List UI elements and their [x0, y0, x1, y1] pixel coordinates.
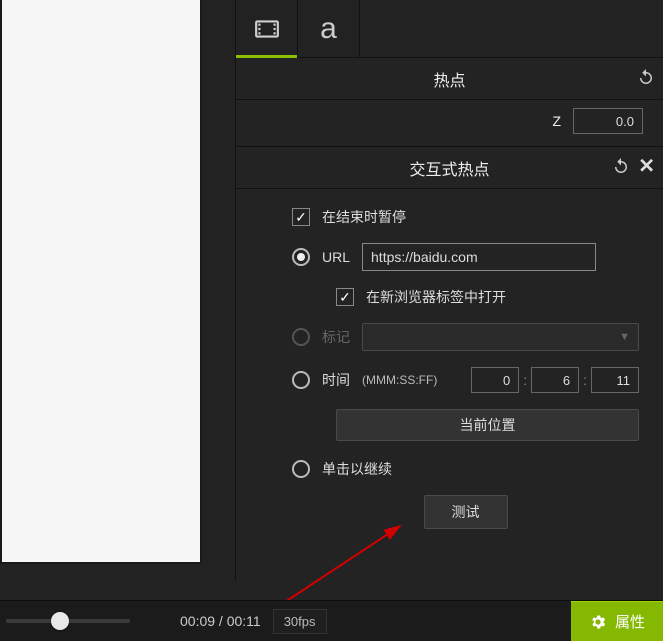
- time-readout: 00:09 / 00:11: [180, 613, 261, 629]
- gear-icon: [589, 613, 607, 631]
- fps-selector[interactable]: 30fps: [273, 609, 327, 634]
- panel-tabs: a: [236, 0, 663, 58]
- text-a-icon: a: [320, 14, 337, 44]
- preview-pane: [0, 0, 235, 580]
- url-label: URL: [322, 249, 350, 265]
- z-input[interactable]: [573, 108, 643, 134]
- properties-panel: a 热点 Z 交互式热点 ✕ 在结束时暂停 URL: [235, 0, 663, 580]
- marker-label: 标记: [322, 327, 350, 347]
- click-continue-label: 单击以继续: [322, 459, 392, 479]
- time-ff-input[interactable]: [591, 367, 639, 393]
- colon: :: [581, 372, 589, 388]
- section-interactive-header: 交互式热点 ✕: [236, 147, 663, 189]
- section-hotspot-title: 热点: [433, 67, 465, 91]
- url-radio[interactable]: [292, 248, 310, 266]
- click-continue-row: 单击以继续: [292, 459, 639, 479]
- film-icon: [254, 16, 280, 42]
- colon: :: [521, 372, 529, 388]
- test-button-label: 测试: [452, 502, 480, 522]
- pause-at-end-label: 在结束时暂停: [322, 207, 406, 227]
- timeline-scrubber[interactable]: [0, 601, 130, 641]
- section-hotspot-header: 热点: [236, 58, 663, 100]
- time-row: 时间 (MMM:SS:FF) : :: [292, 367, 639, 393]
- chevron-down-icon: ▼: [619, 331, 630, 343]
- undo-icon[interactable]: [637, 67, 655, 90]
- section-interactive-title: 交互式热点: [409, 156, 489, 180]
- close-icon[interactable]: ✕: [638, 156, 655, 179]
- marker-row: 标记 ▼: [292, 323, 639, 351]
- time-mm-input[interactable]: [471, 367, 519, 393]
- undo-icon[interactable]: [612, 156, 630, 179]
- pause-at-end-checkbox[interactable]: [292, 208, 310, 226]
- marker-radio[interactable]: [292, 328, 310, 346]
- time-ss-input[interactable]: [531, 367, 579, 393]
- marker-dropdown: ▼: [362, 323, 639, 351]
- interactive-hotspot-form: 在结束时暂停 URL 在新浏览器标签中打开 标记 ▼ 时间 (MMM:SS:FF…: [236, 189, 663, 529]
- tab-text[interactable]: a: [298, 0, 360, 57]
- open-new-tab-checkbox[interactable]: [336, 288, 354, 306]
- properties-button[interactable]: 属性: [571, 601, 663, 641]
- url-input[interactable]: [362, 243, 596, 271]
- time-hint: (MMM:SS:FF): [362, 373, 437, 387]
- time-radio[interactable]: [292, 371, 310, 389]
- properties-label: 属性: [615, 611, 645, 632]
- current-position-label: 当前位置: [460, 415, 516, 435]
- z-row: Z: [236, 100, 663, 147]
- time-label: 时间: [322, 370, 350, 390]
- pause-at-end-row: 在结束时暂停: [292, 207, 639, 227]
- open-new-tab-row: 在新浏览器标签中打开: [336, 287, 639, 307]
- open-new-tab-label: 在新浏览器标签中打开: [366, 287, 506, 307]
- scrubber-knob[interactable]: [51, 612, 69, 630]
- preview-canvas[interactable]: [0, 0, 202, 564]
- z-label: Z: [552, 113, 561, 129]
- click-continue-radio[interactable]: [292, 460, 310, 478]
- tab-video[interactable]: [236, 0, 298, 57]
- test-button[interactable]: 测试: [424, 495, 508, 529]
- bottom-bar: 00:09 / 00:11 30fps 属性: [0, 600, 663, 641]
- url-row: URL: [292, 243, 639, 271]
- current-position-button[interactable]: 当前位置: [336, 409, 639, 441]
